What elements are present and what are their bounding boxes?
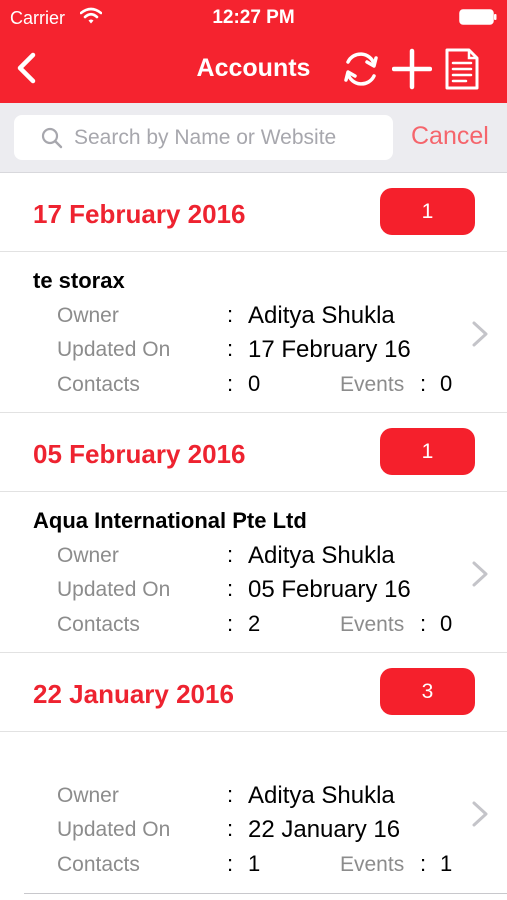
count-badge: 3	[380, 668, 475, 715]
contacts-value: 0	[248, 371, 261, 396]
refresh-button[interactable]	[340, 48, 382, 90]
account-row[interactable]: te storax Owner : Aditya Shukla Updated …	[0, 252, 507, 413]
events-colon: :	[420, 371, 427, 396]
status-time: 12:27 PM	[212, 7, 295, 28]
updated-on-value: 05 February 16	[248, 576, 411, 603]
events-colon: :	[420, 851, 427, 876]
section-date: 05 February 2016	[33, 439, 246, 469]
chevron-right-icon	[472, 801, 488, 827]
section-header: 17 February 2016 1	[0, 173, 507, 252]
report-button[interactable]	[444, 46, 480, 92]
contacts-label: Contacts	[57, 373, 140, 396]
search-box[interactable]	[14, 115, 393, 160]
status-bar: Carrier 12:27 PM	[0, 0, 507, 34]
contacts-label: Contacts	[57, 613, 140, 636]
search-icon	[41, 127, 63, 149]
updated-on-value: 22 January 16	[248, 816, 401, 843]
navigation-bar: Accounts	[0, 34, 507, 103]
contacts-colon: :	[227, 371, 234, 396]
contacts-value: 1	[248, 851, 261, 876]
chevron-right-icon	[472, 561, 488, 587]
account-name: te storax	[33, 268, 125, 293]
owner-value: Aditya Shukla	[248, 542, 395, 569]
battery-icon	[459, 9, 497, 25]
search-bar: Cancel	[0, 103, 507, 173]
updated-on-colon: :	[227, 816, 234, 841]
add-button[interactable]	[392, 48, 432, 90]
owner-colon: :	[227, 302, 234, 327]
accounts-list: 17 February 2016 1 te storax Owner : Adi…	[0, 173, 507, 894]
updated-on-colon: :	[227, 336, 234, 361]
events-value: 1	[440, 851, 453, 876]
row-divider	[24, 893, 507, 894]
contacts-value: 2	[248, 611, 261, 636]
updated-on-label: Updated On	[57, 578, 171, 601]
contacts-colon: :	[227, 851, 234, 876]
updated-on-colon: :	[227, 576, 234, 601]
owner-label: Owner	[57, 544, 119, 567]
events-value: 0	[440, 611, 453, 636]
events-label: Events	[340, 373, 405, 396]
contacts-colon: :	[227, 611, 234, 636]
owner-label: Owner	[57, 304, 119, 327]
search-input[interactable]	[74, 115, 384, 160]
count-badge: 1	[380, 428, 475, 475]
section-header: 05 February 2016 1	[0, 413, 507, 492]
count-badge: 1	[380, 188, 475, 235]
updated-on-label: Updated On	[57, 338, 171, 361]
owner-value: Aditya Shukla	[248, 302, 395, 329]
section-date: 17 February 2016	[33, 199, 246, 229]
section-header: 22 January 2016 3	[0, 653, 507, 732]
updated-on-label: Updated On	[57, 818, 171, 841]
account-row[interactable]: Aqua International Pte Ltd Owner : Adity…	[0, 492, 507, 653]
section-date: 22 January 2016	[33, 679, 234, 709]
cancel-button[interactable]: Cancel	[411, 122, 489, 151]
owner-value: Aditya Shukla	[248, 782, 395, 809]
owner-colon: :	[227, 542, 234, 567]
events-colon: :	[420, 611, 427, 636]
updated-on-value: 17 February 16	[248, 336, 411, 363]
events-label: Events	[340, 613, 405, 636]
owner-colon: :	[227, 782, 234, 807]
owner-label: Owner	[57, 784, 119, 807]
account-name: Aqua International Pte Ltd	[33, 508, 307, 533]
events-value: 0	[440, 371, 453, 396]
contacts-label: Contacts	[57, 853, 140, 876]
account-row[interactable]: Owner : Aditya Shukla Updated On : 22 Ja…	[0, 732, 507, 894]
chevron-right-icon	[472, 321, 488, 347]
events-label: Events	[340, 853, 405, 876]
app-header: Carrier 12:27 PM Accounts	[0, 0, 507, 103]
